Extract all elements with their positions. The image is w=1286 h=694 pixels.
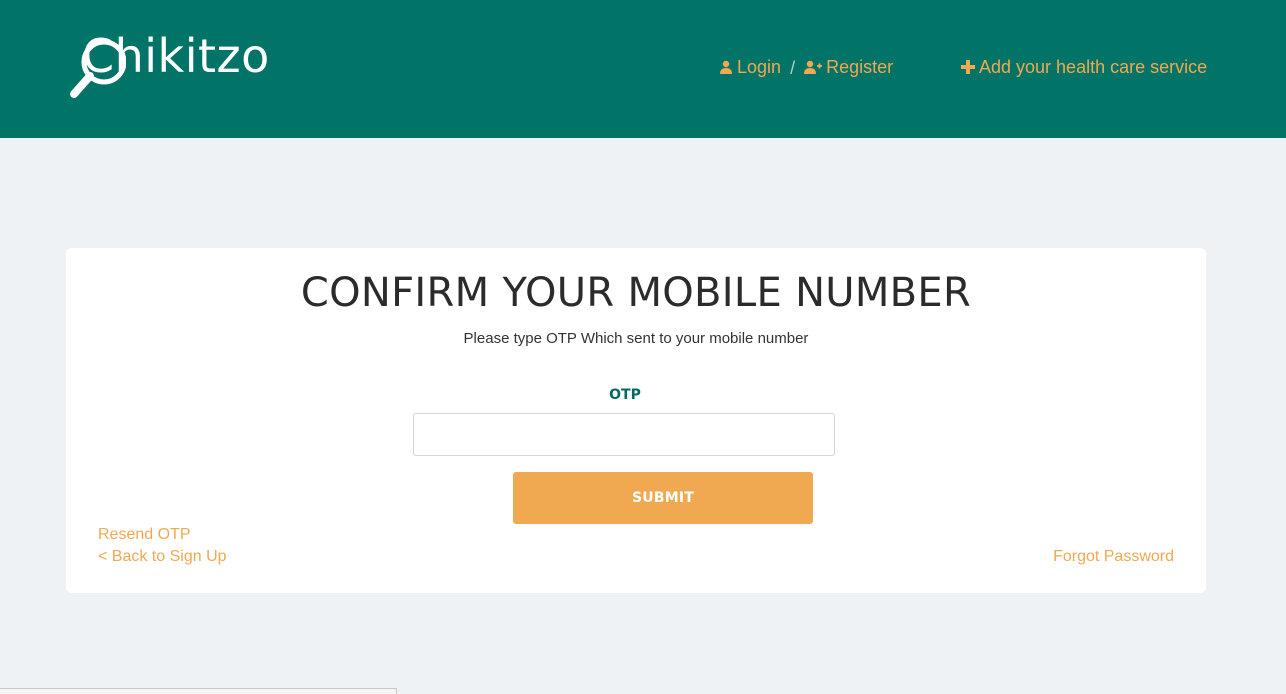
- logo-text: Chikitzo: [82, 29, 270, 83]
- nav-separator: /: [790, 58, 796, 78]
- top-header: Chikitzo Login / Register Add your healt…: [0, 0, 1286, 138]
- auth-links: Login / Register: [719, 56, 893, 78]
- page-title: CONFIRM YOUR MOBILE NUMBER: [300, 270, 972, 316]
- page-subtitle: Please type OTP Which sent to your mobil…: [463, 330, 809, 347]
- otp-card: CONFIRM YOUR MOBILE NUMBER Please type O…: [66, 248, 1206, 593]
- logo[interactable]: Chikitzo: [66, 26, 326, 106]
- register-label: Register: [826, 57, 894, 77]
- bottom-panel-edge: [0, 688, 397, 694]
- back-to-signup-link[interactable]: < Back to Sign Up: [98, 547, 227, 567]
- add-service-item[interactable]: Add your health care service: [961, 56, 1207, 78]
- user-icon: [720, 60, 732, 74]
- resend-otp-link[interactable]: Resend OTP: [98, 525, 190, 545]
- otp-input[interactable]: [413, 413, 835, 456]
- forgot-password-link[interactable]: Forgot Password: [1053, 547, 1174, 567]
- register-link[interactable]: Register: [804, 56, 893, 78]
- user-plus-icon: [804, 60, 823, 74]
- add-service-link[interactable]: Add your health care service: [961, 56, 1207, 78]
- otp-label: OTP: [609, 387, 641, 403]
- login-label: Login: [737, 57, 782, 77]
- submit-button[interactable]: SUBMIT: [513, 472, 813, 524]
- login-link[interactable]: Login: [719, 56, 781, 78]
- plus-icon: [961, 60, 975, 74]
- add-service-label: Add your health care service: [979, 57, 1208, 77]
